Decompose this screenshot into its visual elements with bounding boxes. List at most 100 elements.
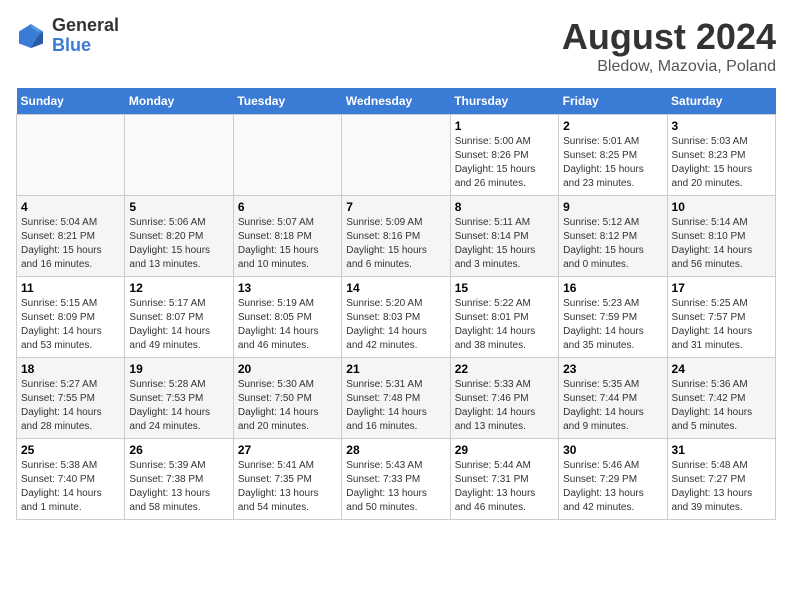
day-number: 30	[563, 443, 662, 457]
calendar-day-cell: 24Sunrise: 5:36 AMSunset: 7:42 PMDayligh…	[667, 358, 775, 439]
calendar-day-cell: 9Sunrise: 5:12 AMSunset: 8:12 PMDaylight…	[559, 196, 667, 277]
day-info: Sunrise: 5:39 AMSunset: 7:38 PMDaylight:…	[129, 459, 228, 515]
day-number: 28	[346, 443, 445, 457]
calendar-day-cell: 27 Sunrise: 5:41 AMSunset: 7:35 PMDayligh…	[233, 439, 341, 520]
day-info: Sunrise: 5:44 AMSunset: 7:31 PMDaylight:…	[455, 459, 554, 515]
weekday-header: Wednesday	[342, 88, 450, 115]
calendar-week-row: 4 Sunrise: 5:04 AMSunset: 8:21 PMDaylight…	[17, 196, 776, 277]
day-number: 12	[129, 281, 228, 295]
day-number: 6	[238, 200, 337, 214]
day-info: Sunrise: 5:31 AMSunset: 7:48 PMDaylight:…	[346, 378, 445, 434]
day-number: 20	[238, 362, 337, 376]
calendar-day-cell: 6Sunrise: 5:07 AMSunset: 8:18 PMDaylight…	[233, 196, 341, 277]
calendar-day-cell: 20 Sunrise: 5:30 AMSunset: 7:50 PMDayligh…	[233, 358, 341, 439]
logo-icon	[16, 21, 46, 51]
calendar-day-cell: 29 Sunrise: 5:44 AMSunset: 7:31 PMDayligh…	[450, 439, 558, 520]
calendar-week-row: 18Sunrise: 5:27 AMSunset: 7:55 PMDayligh…	[17, 358, 776, 439]
day-number: 31	[672, 443, 771, 457]
day-info: Sunrise: 5:48 AMSunset: 7:27 PMDaylight:…	[672, 459, 771, 515]
day-info: Sunrise: 5:14 AMSunset: 8:10 PMDaylight:…	[672, 216, 771, 272]
day-info: Sunrise: 5:41 AMSunset: 7:35 PMDaylight:…	[238, 459, 337, 515]
day-info: Sunrise: 5:38 AMSunset: 7:40 PMDaylight:…	[21, 459, 120, 515]
calendar-body: 1Sunrise: 5:00 AMSunset: 8:26 PMDaylight…	[17, 115, 776, 520]
weekday-header: Saturday	[667, 88, 775, 115]
calendar-day-cell: 5 Sunrise: 5:06 AMSunset: 8:20 PMDaylight…	[125, 196, 233, 277]
day-number: 24	[672, 362, 771, 376]
day-number: 26	[129, 443, 228, 457]
header-row: SundayMondayTuesdayWednesdayThursdayFrid…	[17, 88, 776, 115]
calendar-day-cell: 10 Sunrise: 5:14 AMSunset: 8:10 PMDayligh…	[667, 196, 775, 277]
calendar-day-cell: 11 Sunrise: 5:15 AMSunset: 8:09 PMDayligh…	[17, 277, 125, 358]
calendar-day-cell: 8Sunrise: 5:11 AMSunset: 8:14 PMDaylight…	[450, 196, 558, 277]
day-number: 23	[563, 362, 662, 376]
title-block: August 2024 Bledow, Mazovia, Poland	[562, 16, 776, 76]
weekday-header: Tuesday	[233, 88, 341, 115]
day-number: 13	[238, 281, 337, 295]
day-info: Sunrise: 5:23 AMSunset: 7:59 PMDaylight:…	[563, 297, 662, 353]
weekday-header: Friday	[559, 88, 667, 115]
calendar-week-row: 1Sunrise: 5:00 AMSunset: 8:26 PMDaylight…	[17, 115, 776, 196]
day-number: 27	[238, 443, 337, 457]
day-number: 14	[346, 281, 445, 295]
calendar-day-cell: 30 Sunrise: 5:46 AMSunset: 7:29 PMDayligh…	[559, 439, 667, 520]
day-info: Sunrise: 5:30 AMSunset: 7:50 PMDaylight:…	[238, 378, 337, 434]
day-info: Sunrise: 5:28 AMSunset: 7:53 PMDaylight:…	[129, 378, 228, 434]
weekday-header: Sunday	[17, 88, 125, 115]
day-info: Sunrise: 5:06 AMSunset: 8:20 PMDaylight:…	[129, 216, 228, 272]
day-number: 8	[455, 200, 554, 214]
calendar-day-cell	[233, 115, 341, 196]
calendar-day-cell: 16Sunrise: 5:23 AMSunset: 7:59 PMDayligh…	[559, 277, 667, 358]
calendar-day-cell: 4 Sunrise: 5:04 AMSunset: 8:21 PMDaylight…	[17, 196, 125, 277]
day-info: Sunrise: 5:43 AMSunset: 7:33 PMDaylight:…	[346, 459, 445, 515]
day-info: Sunrise: 5:17 AMSunset: 8:07 PMDaylight:…	[129, 297, 228, 353]
day-info: Sunrise: 5:20 AMSunset: 8:03 PMDaylight:…	[346, 297, 445, 353]
calendar-day-cell: 7Sunrise: 5:09 AMSunset: 8:16 PMDaylight…	[342, 196, 450, 277]
day-number: 17	[672, 281, 771, 295]
day-info: Sunrise: 5:19 AMSunset: 8:05 PMDaylight:…	[238, 297, 337, 353]
day-number: 5	[129, 200, 228, 214]
calendar-day-cell: 17 Sunrise: 5:25 AMSunset: 7:57 PMDayligh…	[667, 277, 775, 358]
day-info: Sunrise: 5:25 AMSunset: 7:57 PMDaylight:…	[672, 297, 771, 353]
calendar-day-cell: 3 Sunrise: 5:03 AMSunset: 8:23 PMDaylight…	[667, 115, 775, 196]
calendar-day-cell: 12 Sunrise: 5:17 AMSunset: 8:07 PMDayligh…	[125, 277, 233, 358]
day-info: Sunrise: 5:04 AMSunset: 8:21 PMDaylight:…	[21, 216, 120, 272]
calendar-day-cell: 22Sunrise: 5:33 AMSunset: 7:46 PMDayligh…	[450, 358, 558, 439]
calendar-day-cell: 28 Sunrise: 5:43 AMSunset: 7:33 PMDayligh…	[342, 439, 450, 520]
day-info: Sunrise: 5:15 AMSunset: 8:09 PMDaylight:…	[21, 297, 120, 353]
calendar-table: SundayMondayTuesdayWednesdayThursdayFrid…	[16, 88, 776, 520]
day-number: 9	[563, 200, 662, 214]
day-number: 11	[21, 281, 120, 295]
calendar-header: SundayMondayTuesdayWednesdayThursdayFrid…	[17, 88, 776, 115]
calendar-day-cell: 15 Sunrise: 5:22 AMSunset: 8:01 PMDayligh…	[450, 277, 558, 358]
calendar-day-cell: 31 Sunrise: 5:48 AMSunset: 7:27 PMDayligh…	[667, 439, 775, 520]
calendar-day-cell: 2Sunrise: 5:01 AMSunset: 8:25 PMDaylight…	[559, 115, 667, 196]
day-number: 1	[455, 119, 554, 133]
weekday-header: Thursday	[450, 88, 558, 115]
logo-text: General Blue	[52, 16, 119, 56]
day-info: Sunrise: 5:03 AMSunset: 8:23 PMDaylight:…	[672, 135, 771, 191]
day-number: 21	[346, 362, 445, 376]
day-number: 22	[455, 362, 554, 376]
day-number: 4	[21, 200, 120, 214]
day-number: 29	[455, 443, 554, 457]
day-number: 19	[129, 362, 228, 376]
day-info: Sunrise: 5:22 AMSunset: 8:01 PMDaylight:…	[455, 297, 554, 353]
day-info: Sunrise: 5:01 AMSunset: 8:25 PMDaylight:…	[563, 135, 662, 191]
calendar-subtitle: Bledow, Mazovia, Poland	[562, 58, 776, 76]
calendar-day-cell	[17, 115, 125, 196]
calendar-day-cell: 14 Sunrise: 5:20 AMSunset: 8:03 PMDayligh…	[342, 277, 450, 358]
calendar-day-cell: 13 Sunrise: 5:19 AMSunset: 8:05 PMDayligh…	[233, 277, 341, 358]
logo-blue: Blue	[52, 36, 119, 56]
day-info: Sunrise: 5:46 AMSunset: 7:29 PMDaylight:…	[563, 459, 662, 515]
day-info: Sunrise: 5:27 AMSunset: 7:55 PMDaylight:…	[21, 378, 120, 434]
calendar-day-cell	[342, 115, 450, 196]
day-info: Sunrise: 5:09 AMSunset: 8:16 PMDaylight:…	[346, 216, 445, 272]
logo-general: General	[52, 16, 119, 36]
day-number: 3	[672, 119, 771, 133]
day-number: 15	[455, 281, 554, 295]
logo: General Blue	[16, 16, 119, 56]
calendar-day-cell: 1Sunrise: 5:00 AMSunset: 8:26 PMDaylight…	[450, 115, 558, 196]
day-number: 10	[672, 200, 771, 214]
calendar-day-cell: 25 Sunrise: 5:38 AMSunset: 7:40 PMDayligh…	[17, 439, 125, 520]
day-number: 25	[21, 443, 120, 457]
